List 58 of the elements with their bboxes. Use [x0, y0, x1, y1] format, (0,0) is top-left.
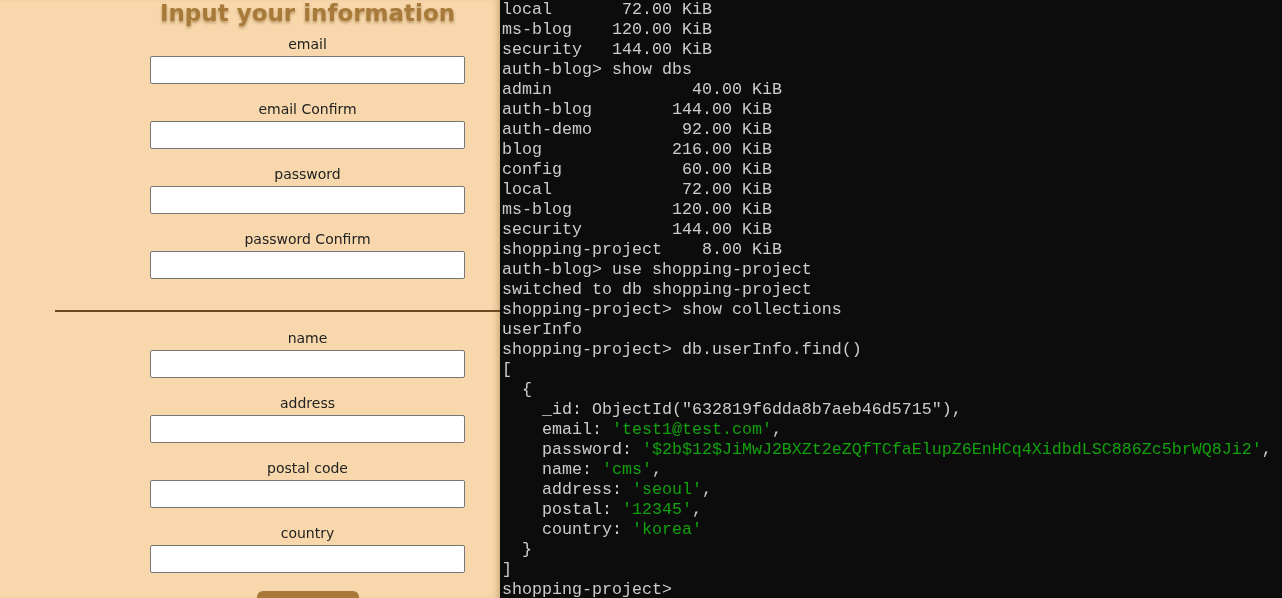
- string-value: 'cms': [601, 460, 652, 479]
- terminal-text: config 60.00 KiB: [502, 160, 772, 179]
- terminal-text: security 144.00 KiB: [502, 40, 712, 59]
- field-label: email: [288, 35, 327, 54]
- terminal-text: blog 216.00 KiB: [502, 140, 772, 159]
- terminal-text: ,: [701, 480, 712, 499]
- terminal-text: ]: [502, 560, 512, 579]
- form-title: Input your information: [159, 0, 456, 26]
- string-value: '$2b$12$JiMwJ2BXZt2eZQfTCfaElupZ6EnHCq4XidbdLSC886Zc5brWQ8Ji2': [641, 440, 1262, 459]
- terminal-text: ,: [1261, 440, 1272, 459]
- terminal-text: password:: [540, 440, 633, 459]
- terminal-text: ms-blog 120.00 KiB: [502, 20, 712, 39]
- input-field[interactable]: [150, 121, 465, 149]
- terminal-text: email:: [540, 420, 603, 439]
- string-value: 'seoul': [631, 480, 702, 499]
- terminal-text: shopping-project 8.00 KiB: [502, 240, 782, 259]
- field-label: postal code: [267, 459, 348, 478]
- input-field[interactable]: [150, 251, 465, 279]
- terminal-text: postal:: [540, 500, 613, 519]
- terminal-text: address:: [540, 480, 623, 499]
- terminal-text: ,: [651, 460, 662, 479]
- terminal-text: userInfo: [502, 320, 582, 339]
- terminal-text: local 72.00 KiB: [502, 0, 712, 19]
- terminal-text: shopping-project> db.userInfo.find(): [502, 340, 862, 359]
- terminal-text: switched to db shopping-project: [502, 280, 812, 299]
- terminal-text: auth-blog 144.00 KiB: [502, 100, 772, 119]
- input-field[interactable]: [150, 186, 465, 214]
- terminal-text: auth-demo 92.00 KiB: [502, 120, 772, 139]
- field-label: country: [280, 524, 335, 543]
- field-label: name: [287, 329, 328, 348]
- field-label: password: [274, 165, 341, 184]
- terminal-text: shopping-project> show collections: [502, 300, 842, 319]
- input-field[interactable]: [150, 545, 465, 573]
- field-label: password Confirm: [244, 230, 371, 249]
- terminal-text: {: [521, 380, 532, 399]
- input-field[interactable]: [150, 350, 465, 378]
- terminal-text: admin 40.00 KiB: [502, 80, 782, 99]
- terminal-text: }: [521, 540, 532, 559]
- terminal-text: auth-blog> show dbs: [502, 60, 692, 79]
- input-field[interactable]: [150, 480, 465, 508]
- terminal-text: name:: [540, 460, 593, 479]
- input-field[interactable]: [150, 415, 465, 443]
- string-value: 'korea': [631, 520, 702, 539]
- string-value: 'test1@test.com': [611, 420, 772, 439]
- terminal-text: ,: [771, 420, 782, 439]
- terminal-text: security 144.00 KiB: [502, 220, 772, 239]
- terminal-text: country:: [540, 520, 623, 539]
- terminal-text: [: [502, 360, 512, 379]
- terminal-text: ,: [691, 500, 702, 519]
- terminal-text: shopping-project>: [502, 580, 672, 598]
- field-label: email Confirm: [258, 100, 357, 119]
- input-field[interactable]: [150, 56, 465, 84]
- terminal-text: local 72.00 KiB: [502, 180, 772, 199]
- string-value: '12345': [621, 500, 692, 519]
- terminal-text: auth-blog> use shopping-project: [502, 260, 812, 279]
- field-label: address: [280, 394, 335, 413]
- terminal-text: ms-blog 120.00 KiB: [502, 200, 772, 219]
- terminal-text: _id: ObjectId("632819f6dda8b7aeb46d5715"),: [540, 400, 962, 419]
